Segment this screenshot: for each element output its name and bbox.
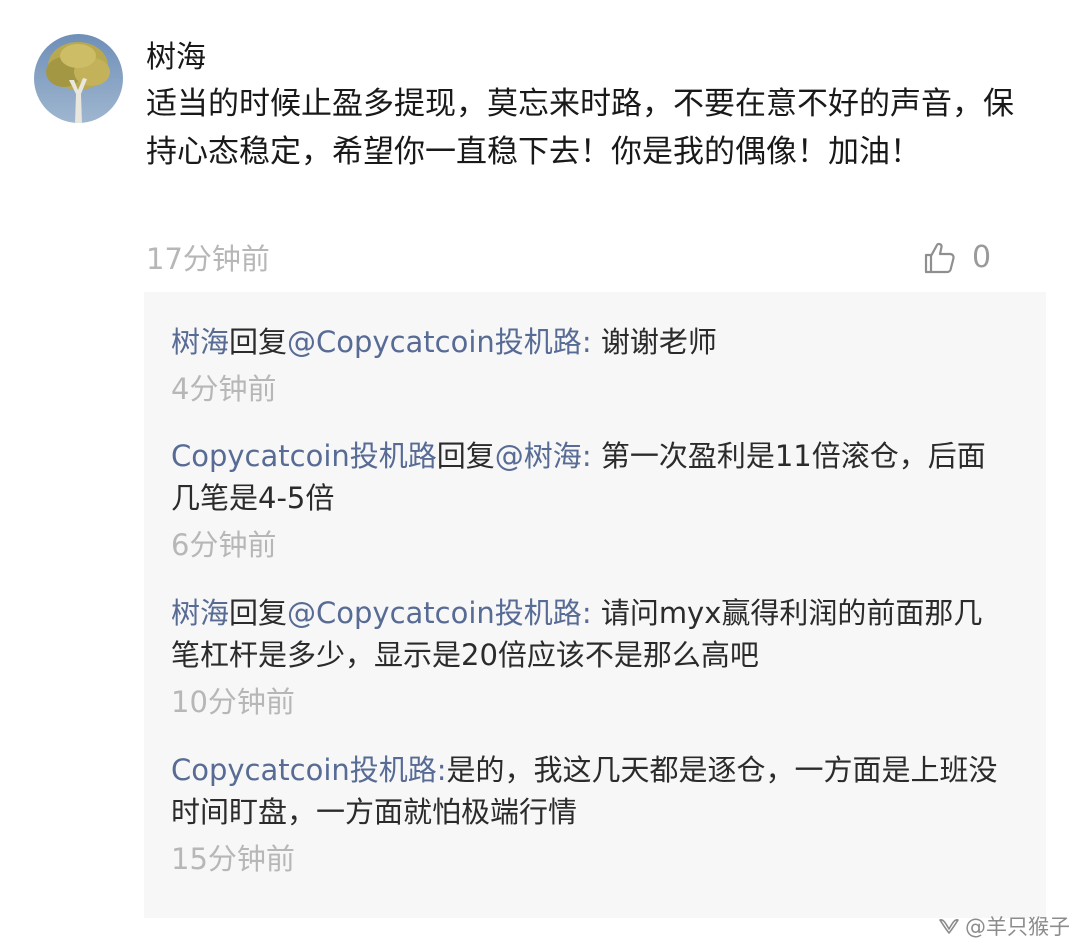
avatar[interactable]: [34, 34, 123, 123]
reply-author[interactable]: 树海: [171, 596, 229, 630]
comment-timestamp: 17分钟前: [146, 242, 270, 276]
reply-content[interactable]: 树海回复@Copycatcoin投机路: 谢谢老师: [171, 321, 1011, 363]
reply-content[interactable]: Copycatcoin投机路回复@树海: 第一次盈利是11倍滚仓，后面几笔是4-…: [171, 435, 1011, 519]
watermark-text: @羊只猴子: [965, 915, 1070, 939]
tree-avatar-image: [34, 34, 123, 123]
like-count: 0: [972, 240, 992, 275]
reply-keyword: 回复: [229, 596, 288, 630]
reply-keyword: 回复: [229, 325, 288, 359]
comment-author[interactable]: 树海: [146, 38, 206, 78]
reply-thread: 树海回复@Copycatcoin投机路: 谢谢老师 4分钟前 Copycatco…: [144, 292, 1046, 918]
reply-timestamp: 6分钟前: [171, 528, 277, 562]
reply-timestamp: 10分钟前: [171, 685, 295, 719]
reply-content[interactable]: Copycatcoin投机路:是的，我这几天都是逐仓，一方面是上班没时间盯盘，一…: [171, 749, 1011, 833]
reply-separator: :: [581, 325, 601, 359]
watermark: @羊只猴子: [937, 911, 1070, 941]
reply-text: 谢谢老师: [600, 325, 717, 359]
reply-mention[interactable]: @树海: [495, 439, 582, 473]
reply-mention[interactable]: @Copycatcoin投机路: [287, 325, 582, 359]
reply-timestamp: 4分钟前: [171, 372, 277, 406]
reply-item: Copycatcoin投机路回复@树海: 第一次盈利是11倍滚仓，后面几笔是4-…: [171, 435, 1011, 565]
reply-separator: :: [581, 439, 601, 473]
reply-item: Copycatcoin投机路:是的，我这几天都是逐仓，一方面是上班没时间盯盘，一…: [171, 749, 1011, 879]
thumbs-up-icon: [924, 242, 955, 274]
comment-text: 适当的时候止盈多提现，莫忘来时路，不要在意不好的声音，保持心态稳定，希望你一直稳…: [146, 86, 1014, 170]
reply-author[interactable]: Copycatcoin投机路: [171, 439, 437, 473]
reply-separator: :: [581, 596, 601, 630]
like-button[interactable]: 0: [922, 238, 991, 278]
reply-item: 树海回复@Copycatcoin投机路: 请问myx赢得利润的前面那几笔杠杆是多…: [171, 592, 1011, 722]
reply-item: 树海回复@Copycatcoin投机路: 谢谢老师 4分钟前: [171, 321, 1011, 409]
reply-keyword: 回复: [436, 439, 495, 473]
reply-author[interactable]: 树海: [171, 325, 229, 359]
reply-content[interactable]: 树海回复@Copycatcoin投机路: 请问myx赢得利润的前面那几笔杠杆是多…: [171, 592, 1011, 676]
reply-author[interactable]: Copycatcoin投机路:: [171, 753, 447, 787]
reply-mention[interactable]: @Copycatcoin投机路: [287, 596, 582, 630]
reply-timestamp: 15分钟前: [171, 842, 295, 876]
wechat-channel-icon: [939, 919, 959, 934]
